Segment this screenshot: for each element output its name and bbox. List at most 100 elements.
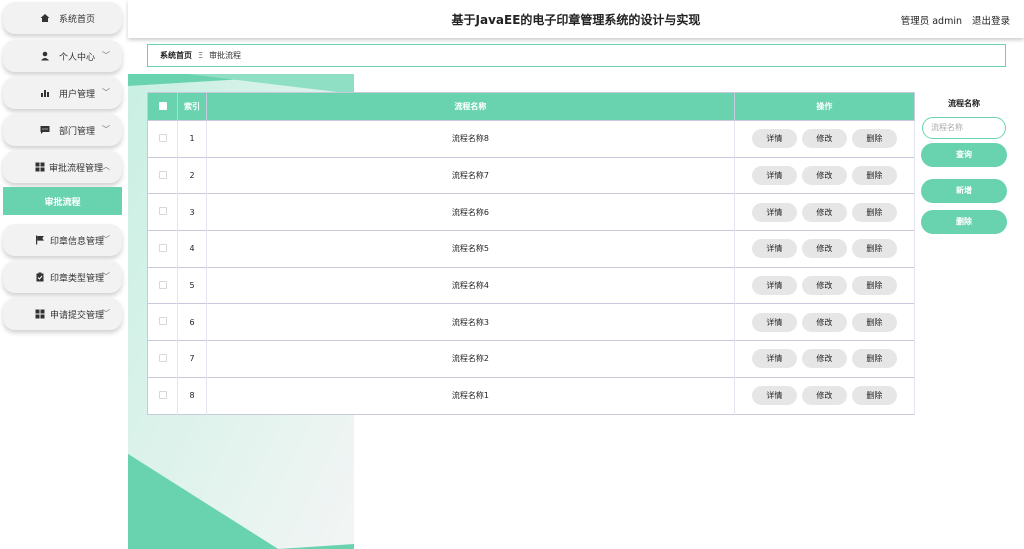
table-header-row: 索引 流程名称 操作 (147, 92, 916, 121)
row-name: 流程名称5 (206, 230, 735, 268)
row-checkbox[interactable] (158, 353, 167, 362)
row-name: 流程名称8 (206, 120, 735, 158)
row-actions: 详情 修改 删除 (734, 156, 916, 194)
row-checkbox[interactable] (158, 170, 167, 179)
edit-button[interactable]: 修改 (801, 349, 847, 369)
edit-button[interactable]: 修改 (801, 239, 847, 259)
table-row: 8 流程名称1 详情 修改 删除 (147, 376, 916, 414)
top-header: 基于JavaEE的电子印章管理系统的设计与实现 管理员 admin 退出登录 (128, 0, 1024, 38)
detail-button[interactable]: 详情 (751, 202, 797, 222)
delete-button[interactable]: 删除 (851, 349, 897, 369)
row-name: 流程名称6 (206, 193, 735, 231)
column-header-actions: 操作 (734, 92, 916, 121)
edit-button[interactable]: 修改 (801, 386, 847, 406)
detail-button[interactable]: 详情 (751, 312, 797, 332)
row-checkbox[interactable] (158, 390, 167, 399)
breadcrumb-home[interactable]: 系统首页 (160, 50, 192, 61)
sidebar-item-approval-flow[interactable]: 审批流程管理 ︿ (3, 151, 122, 183)
edit-button[interactable]: 修改 (801, 202, 847, 222)
column-header-name: 流程名称 (206, 92, 735, 121)
row-checkbox[interactable] (158, 317, 167, 326)
edit-button[interactable]: 修改 (801, 312, 847, 332)
sidebar-item-label: 系统首页 (59, 15, 96, 25)
delete-button[interactable]: 删除 (851, 239, 897, 259)
detail-button[interactable]: 详情 (751, 166, 797, 186)
table-row: 6 流程名称3 详情 修改 删除 (147, 303, 916, 341)
row-checkbox[interactable] (158, 133, 167, 142)
sidebar-item-label: 审批流程管理 (49, 164, 104, 174)
chevron-down-icon: ﹀ (102, 309, 110, 318)
select-all-checkbox[interactable] (158, 101, 167, 110)
select-all-cell (147, 92, 179, 121)
row-checkbox[interactable] (158, 207, 167, 216)
row-name: 流程名称1 (206, 376, 735, 414)
sidebar-item-label: 印章信息管理 (50, 237, 105, 247)
detail-button[interactable]: 详情 (751, 386, 797, 406)
edit-button[interactable]: 修改 (801, 129, 847, 149)
edit-button[interactable]: 修改 (801, 276, 847, 296)
row-index: 1 (177, 120, 208, 158)
delete-button[interactable]: 删除 (851, 202, 897, 222)
process-table: 索引 流程名称 操作 1 流程名称8 详情 修改 删除 2 流程名称7 详情 修改 删除 3 流程名称… (147, 92, 916, 415)
chevron-down-icon: ﹀ (102, 88, 110, 97)
delete-button[interactable]: 删除 (851, 166, 897, 186)
sidebar-item-profile[interactable]: 个人中心 ﹀ (3, 40, 122, 72)
row-index: 3 (177, 193, 208, 231)
sidebar-item-label: 印章类型管理 (50, 274, 105, 284)
sidebar-item-application[interactable]: 申请提交管理 ﹀ (3, 298, 122, 330)
delete-button[interactable]: 删除 (851, 129, 897, 149)
sidebar-item-users[interactable]: 用户管理 ﹀ (3, 77, 122, 109)
search-input[interactable]: 流程名称 (922, 117, 1006, 139)
row-index: 2 (177, 156, 208, 194)
delete-button[interactable]: 删除 (851, 312, 897, 332)
row-actions: 详情 修改 删除 (734, 120, 916, 158)
row-index: 4 (177, 230, 208, 268)
detail-button[interactable]: 详情 (751, 276, 797, 296)
table-row: 2 流程名称7 详情 修改 删除 (147, 156, 916, 194)
row-select-cell (147, 340, 179, 378)
delete-button[interactable]: 删除 (851, 276, 897, 296)
add-button[interactable]: 新增 (921, 179, 1007, 203)
row-checkbox[interactable] (158, 280, 167, 289)
row-index: 6 (177, 303, 208, 341)
edit-button[interactable]: 修改 (801, 166, 847, 186)
sidebar-item-home[interactable]: 系统首页 (3, 2, 122, 34)
bar-chart-icon (41, 90, 49, 97)
row-index: 7 (177, 340, 208, 378)
page-title: 基于JavaEE的电子印章管理系统的设计与实现 (451, 13, 701, 27)
row-actions: 详情 修改 删除 (734, 303, 916, 341)
logout-link[interactable]: 退出登录 (972, 13, 1010, 27)
sidebar-item-seal-type[interactable]: 印章类型管理 ﹀ (3, 261, 122, 293)
grid-icon (35, 309, 45, 319)
table-row: 4 流程名称5 详情 修改 删除 (147, 230, 916, 268)
home-icon (40, 14, 50, 22)
chevron-down-icon: ﹀ (102, 125, 110, 134)
sidebar-item-seal-info[interactable]: 印章信息管理 ﹀ (3, 224, 122, 256)
sidebar-item-label: 个人中心 (59, 53, 96, 63)
row-actions: 详情 修改 删除 (734, 193, 916, 231)
row-index: 8 (177, 376, 208, 414)
row-actions: 详情 修改 删除 (734, 230, 916, 268)
breadcrumb-current: 审批流程 (209, 51, 242, 60)
delete-button[interactable]: 删除 (851, 386, 897, 406)
detail-button[interactable]: 详情 (751, 349, 797, 369)
row-select-cell (147, 230, 179, 268)
row-select-cell (147, 303, 179, 341)
sidebar-subitem-approval-flow[interactable]: 审批流程 (3, 187, 122, 215)
row-actions: 详情 修改 删除 (734, 340, 916, 378)
detail-button[interactable]: 详情 (751, 239, 797, 259)
row-actions: 详情 修改 删除 (734, 266, 916, 304)
query-button[interactable]: 查询 (921, 143, 1007, 167)
table-row: 7 流程名称2 详情 修改 删除 (147, 340, 916, 378)
row-checkbox[interactable] (158, 243, 167, 252)
chevron-down-icon: ﹀ (102, 272, 110, 281)
row-actions: 详情 修改 删除 (734, 376, 916, 414)
batch-delete-button[interactable]: 删除 (921, 210, 1007, 234)
sidebar-item-departments[interactable]: 部门管理 ﹀ (3, 114, 122, 146)
detail-button[interactable]: 详情 (751, 129, 797, 149)
flag-icon (36, 235, 44, 245)
row-select-cell (147, 376, 179, 414)
chevron-down-icon: ﹀ (102, 51, 110, 60)
chevron-up-icon: ︿ (102, 162, 110, 171)
current-user: 管理员 admin (900, 16, 962, 27)
